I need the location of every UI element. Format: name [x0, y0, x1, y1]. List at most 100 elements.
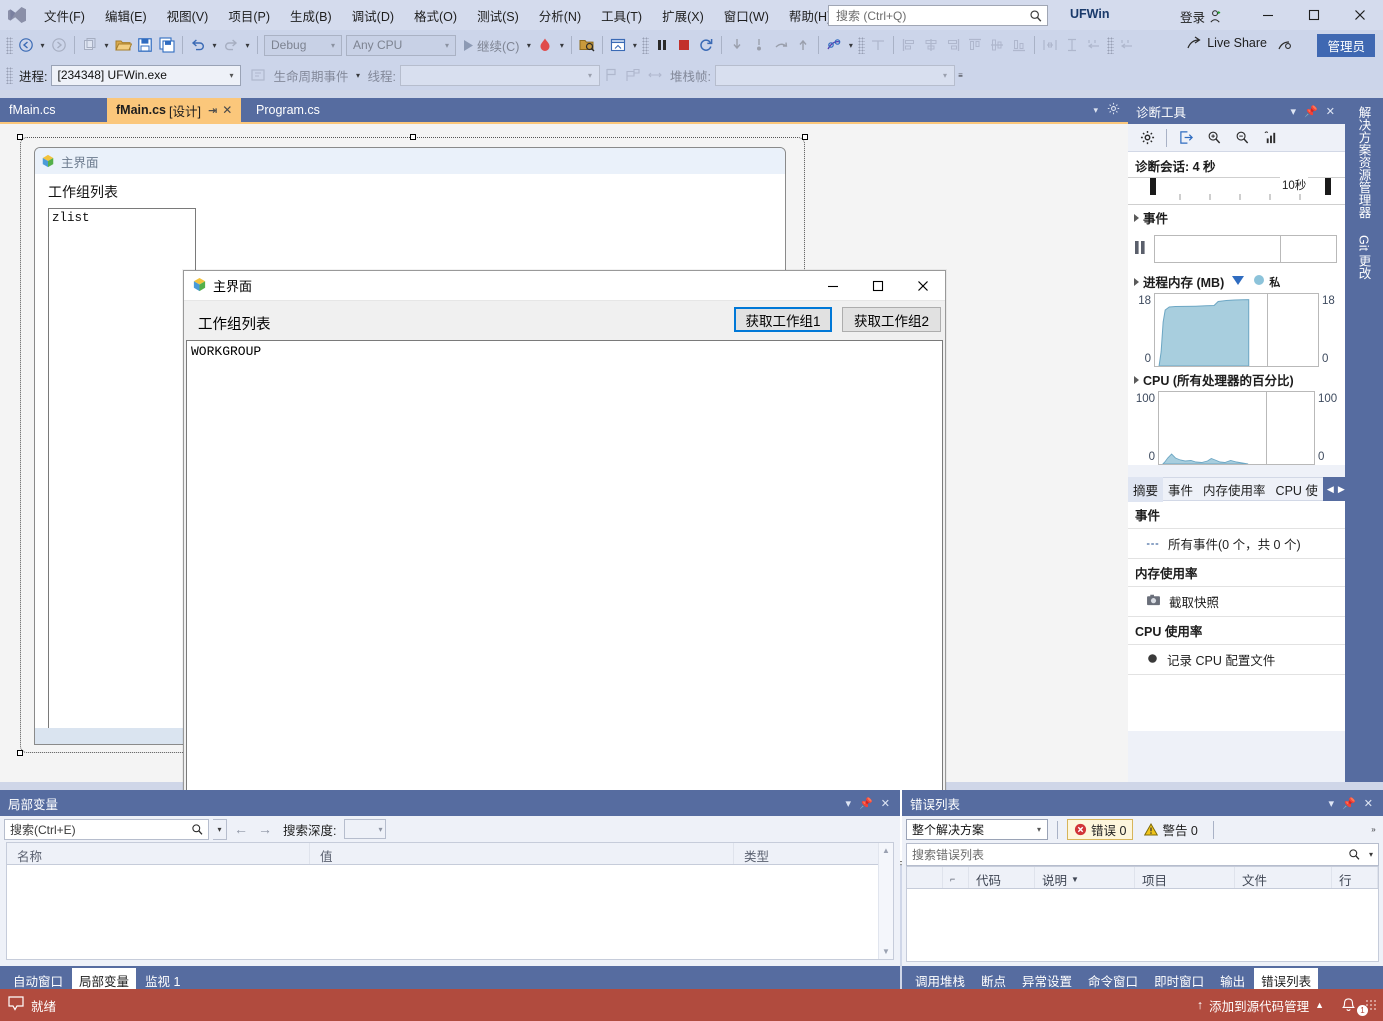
vertical-tab-git-changes[interactable]: Git 更改	[1355, 227, 1374, 287]
continue-dropdown[interactable]: ▾	[523, 34, 534, 56]
minimize-button[interactable]	[1245, 0, 1291, 30]
bottom-tab-autos[interactable]: 自动窗口	[6, 968, 70, 989]
error-column-suppression[interactable]: ⌐	[943, 867, 969, 888]
diagnostics-events-section-header[interactable]: 事件	[1128, 205, 1345, 229]
scroll-left-icon[interactable]: ◀	[1325, 484, 1336, 495]
diag-tab-summary[interactable]: 摘要	[1128, 476, 1164, 502]
tab-order-dropdown[interactable]: ▾	[845, 34, 856, 56]
debugbar-grip[interactable]	[6, 66, 13, 84]
break-all-button[interactable]	[651, 34, 673, 56]
editor-tab-fmain-cs[interactable]: fMain.cs	[0, 98, 65, 122]
editor-tab-program-cs[interactable]: Program.cs	[247, 98, 329, 122]
error-column-file[interactable]: 文件	[1235, 867, 1332, 888]
app-minimize-button[interactable]	[810, 271, 855, 300]
close-button[interactable]	[1337, 0, 1383, 30]
align-to-grid-button[interactable]	[867, 34, 889, 56]
error-column-line[interactable]: 行	[1332, 867, 1378, 888]
add-to-source-control-button[interactable]: ↑ 添加到源代码管理 ▲	[1189, 996, 1332, 1015]
app-output-listbox[interactable]: WORKGROUP	[186, 340, 943, 862]
navigate-backward-button[interactable]	[15, 34, 37, 56]
flag-modules-icon[interactable]	[622, 64, 644, 86]
bottom-tab-command-window[interactable]: 命令窗口	[1081, 968, 1145, 989]
step-out-button[interactable]	[770, 34, 792, 56]
locals-grid[interactable]: 名称 值 类型 ▲ ▼	[6, 842, 894, 960]
locals-column-type[interactable]: 类型	[734, 843, 893, 864]
bottom-tab-breakpoints[interactable]: 断点	[974, 968, 1013, 989]
diag-tab-memory-usage[interactable]: 内存使用率	[1198, 477, 1271, 502]
navigate-forward-button[interactable]	[48, 34, 70, 56]
save-button[interactable]	[134, 34, 156, 56]
vertical-spacing-button[interactable]	[1116, 34, 1138, 56]
send-feedback-button[interactable]	[1277, 37, 1293, 56]
bottom-tab-watch-1[interactable]: 监视 1	[138, 968, 187, 989]
menu-item-debug[interactable]: 调试(D)	[342, 2, 404, 29]
bottom-tab-output[interactable]: 输出	[1213, 968, 1252, 989]
search-depth-combo[interactable]: ▾	[344, 819, 387, 839]
bottom-tab-exception-settings[interactable]: 异常设置	[1015, 968, 1079, 989]
live-share-button[interactable]: Live Share	[1186, 35, 1267, 51]
redo-button[interactable]	[220, 34, 242, 56]
error-search-options-dropdown[interactable]: ▾	[1364, 844, 1378, 865]
pin-icon[interactable]: 📌	[1300, 105, 1322, 118]
step-into-button[interactable]	[726, 34, 748, 56]
memory-filter-icon[interactable]	[1231, 275, 1245, 289]
menu-item-tools[interactable]: 工具(T)	[591, 2, 652, 29]
tab-list-dropdown-icon[interactable]: ▾	[1093, 105, 1098, 116]
diagnostics-cpu-section-header[interactable]: CPU (所有处理器的百分比)	[1128, 367, 1345, 391]
error-column-checkbox[interactable]	[907, 867, 943, 888]
menu-item-analyze[interactable]: 分析(N)	[529, 2, 591, 29]
diag-tab-events[interactable]: 事件	[1163, 477, 1198, 502]
get-workgroup-1-button[interactable]: 获取工作组1	[734, 307, 832, 332]
solution-configuration-combo[interactable]: Debug ▾	[264, 34, 342, 56]
pin-icon[interactable]: 📌	[855, 797, 877, 810]
warnings-filter-button[interactable]: 警告 0	[1138, 819, 1203, 840]
panel-dropdown-icon[interactable]: ▾	[1287, 105, 1301, 118]
panel-dropdown-icon[interactable]: ▾	[1325, 797, 1339, 810]
search-previous-icon[interactable]: ←	[231, 821, 251, 837]
new-project-dropdown[interactable]: ▾	[101, 34, 112, 56]
lifecycle-events-icon[interactable]	[247, 64, 269, 86]
hot-reload-button[interactable]	[534, 34, 556, 56]
sign-in-button[interactable]: 登录	[1180, 7, 1223, 26]
menu-item-window[interactable]: 窗口(W)	[714, 2, 779, 29]
align-tops-button[interactable]	[964, 34, 986, 56]
locals-search-input[interactable]: 搜索(Ctrl+E)	[4, 818, 209, 840]
attach-to-process-button[interactable]	[576, 34, 598, 56]
error-column-code[interactable]: 代码	[969, 867, 1035, 888]
save-all-button[interactable]	[156, 34, 178, 56]
error-list-overflow-button[interactable]: »	[1368, 819, 1379, 841]
bottom-tab-locals[interactable]: 局部变量	[72, 968, 137, 989]
debugbar-overflow-button[interactable]: ≡	[955, 64, 966, 86]
settings-gear-icon[interactable]	[1134, 126, 1160, 150]
menu-item-file[interactable]: 文件(F)	[34, 2, 95, 29]
window-layout-dropdown[interactable]: ▾	[629, 34, 640, 56]
align-middles-button[interactable]	[986, 34, 1008, 56]
size-to-grid-button[interactable]	[1061, 34, 1083, 56]
menu-item-project[interactable]: 项目(P)	[218, 2, 280, 29]
locals-vertical-scrollbar[interactable]: ▲ ▼	[878, 843, 893, 959]
undo-dropdown[interactable]: ▾	[209, 34, 220, 56]
menu-item-edit[interactable]: 编辑(E)	[95, 2, 157, 29]
hot-reload-dropdown[interactable]: ▾	[556, 34, 567, 56]
summary-item-all-events[interactable]: 所有事件(0 个，共 0 个)	[1128, 529, 1345, 559]
window-layout-button[interactable]	[607, 34, 629, 56]
align-rights-button[interactable]	[942, 34, 964, 56]
app-close-button[interactable]	[900, 271, 945, 300]
events-plot[interactable]	[1154, 235, 1337, 263]
step-over-button[interactable]	[748, 34, 770, 56]
zoom-reset-chart-icon[interactable]	[1257, 126, 1283, 150]
continue-button[interactable]: 继续(C)	[458, 36, 523, 55]
stackframe-combo[interactable]: ▾	[714, 64, 955, 86]
resize-handle-bottom-left[interactable]	[17, 750, 23, 756]
restart-button[interactable]	[695, 34, 717, 56]
align-lefts-button[interactable]	[898, 34, 920, 56]
errors-filter-button[interactable]: 错误 0	[1067, 819, 1134, 840]
menu-item-format[interactable]: 格式(O)	[404, 2, 467, 29]
scroll-down-icon[interactable]: ▼	[879, 944, 893, 959]
close-icon[interactable]: ✕	[1322, 105, 1339, 118]
memory-chart-plot[interactable]	[1154, 293, 1319, 367]
close-icon[interactable]: ✕	[1360, 797, 1377, 810]
get-workgroup-2-button[interactable]: 获取工作组2	[842, 307, 941, 332]
menu-item-build[interactable]: 生成(B)	[280, 2, 342, 29]
panel-dropdown-icon[interactable]: ▾	[842, 797, 856, 810]
